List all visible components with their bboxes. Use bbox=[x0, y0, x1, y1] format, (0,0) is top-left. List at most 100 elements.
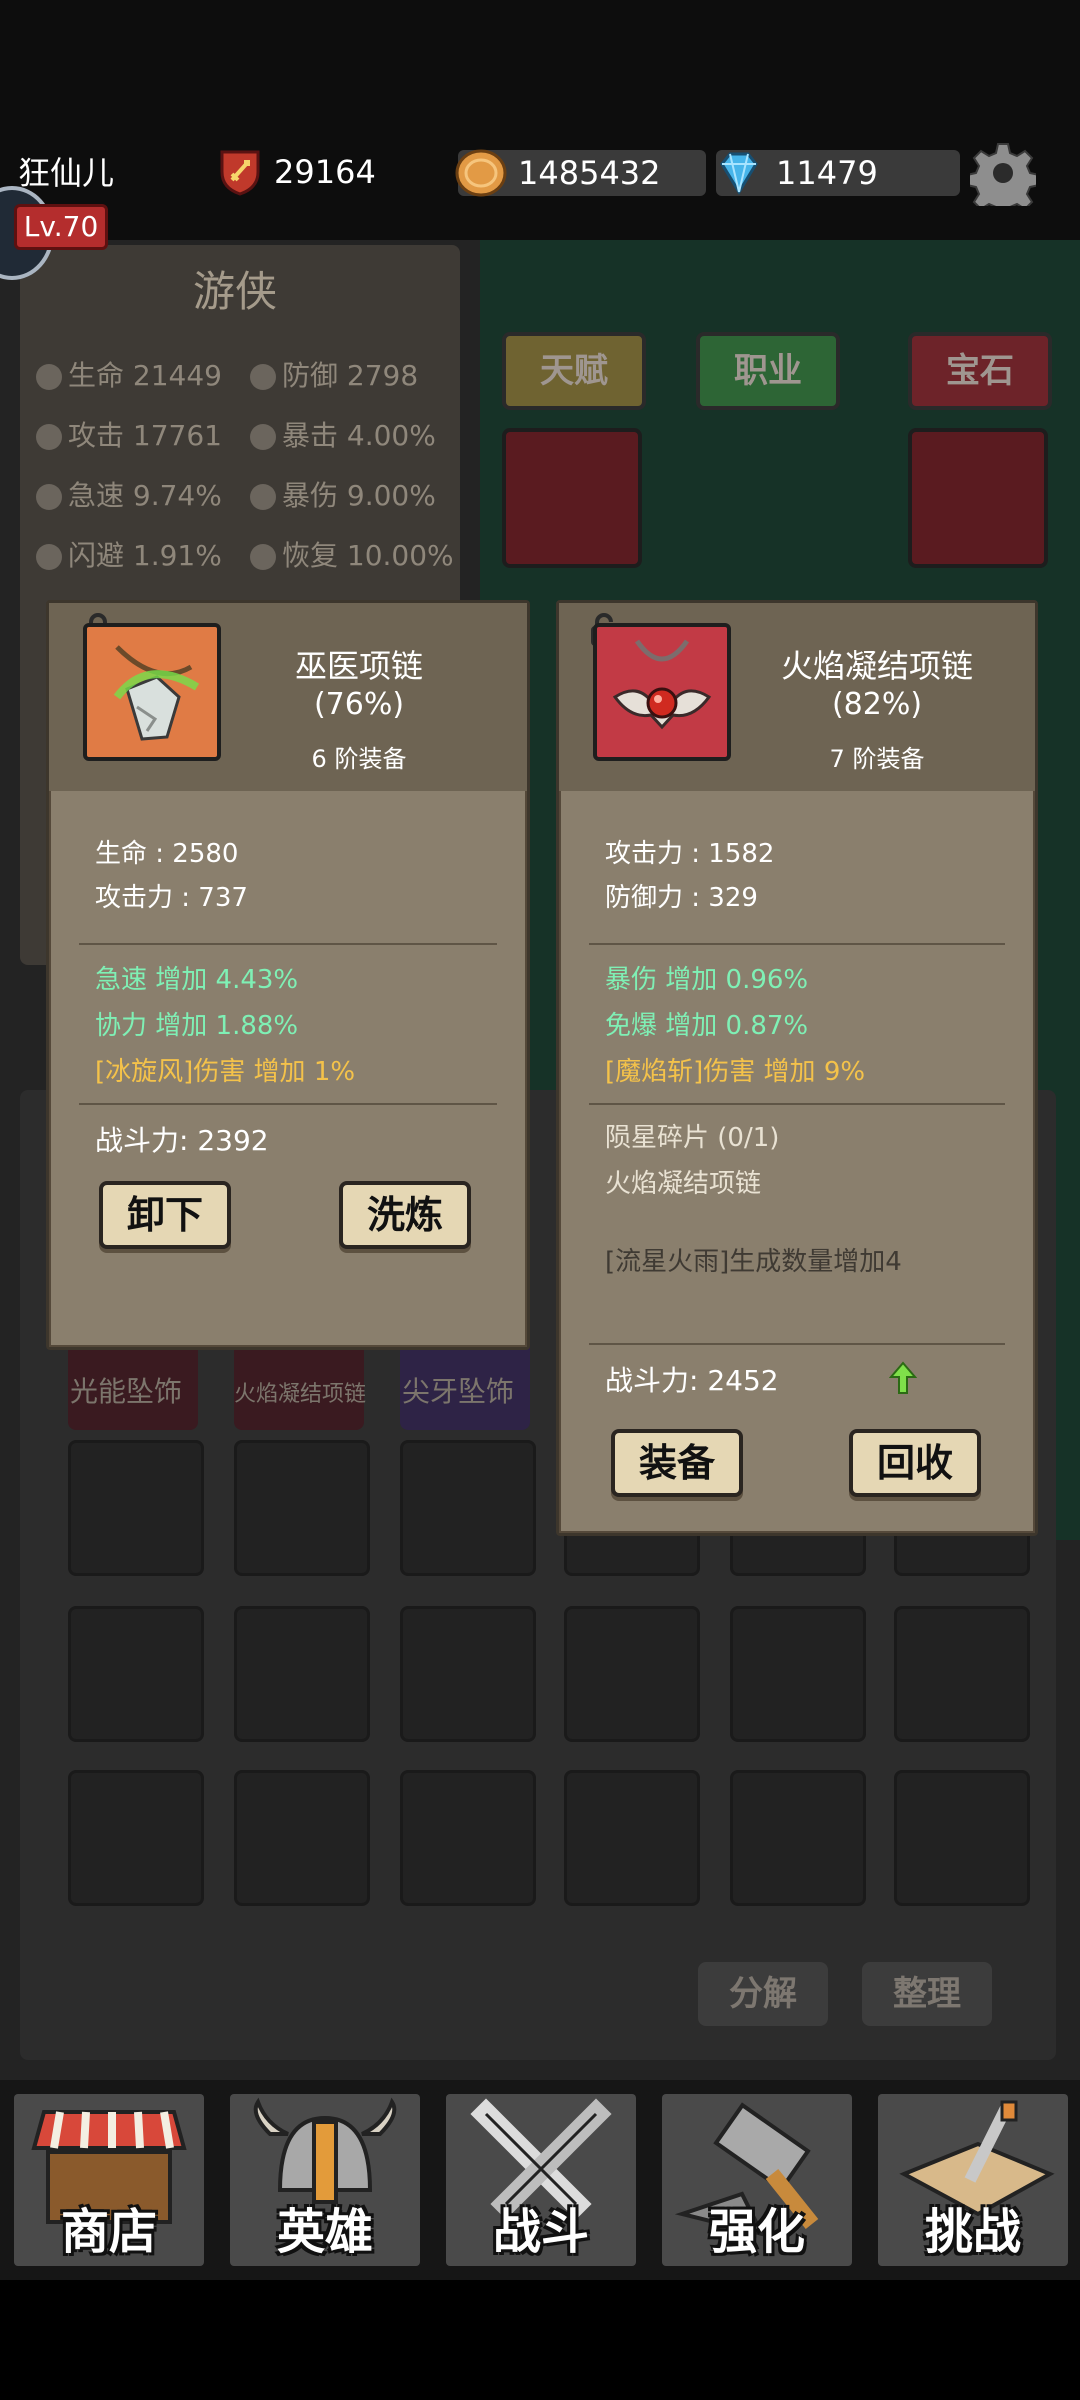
speed-icon bbox=[36, 484, 62, 510]
settings-gear-icon[interactable] bbox=[970, 140, 1036, 206]
base-stat: 防御力 : 329 bbox=[605, 883, 758, 913]
player-name: 狂仙儿 bbox=[18, 154, 115, 192]
heart-icon bbox=[36, 364, 62, 390]
refine-button[interactable]: 洗炼 bbox=[339, 1181, 471, 1249]
game-screen: 游侠 生命 21449 防御 2798 攻击 17761 暴击 4.00% 急速… bbox=[0, 0, 1080, 2400]
item-combat-power: 战斗力: 2392 bbox=[95, 1124, 269, 1157]
system-nav-area bbox=[0, 2280, 1080, 2400]
inventory-item-label: 尖牙坠饰 bbox=[402, 1375, 515, 1408]
base-stat: 攻击力 : 737 bbox=[95, 883, 248, 913]
inventory-slot[interactable] bbox=[400, 1606, 536, 1742]
divider bbox=[589, 943, 1005, 945]
item-name: 巫医项链 bbox=[294, 647, 423, 685]
nav-upgrade[interactable]: 强化 bbox=[662, 2094, 852, 2266]
gem-counter: 11479 bbox=[716, 150, 960, 196]
heal-icon bbox=[250, 544, 276, 570]
inventory-slot[interactable] bbox=[400, 1440, 536, 1576]
base-stat: 攻击力 : 1582 bbox=[605, 839, 775, 869]
nav-battle-label: 战斗 bbox=[492, 2204, 589, 2260]
stat-crit: 暴击 4.00% bbox=[250, 414, 436, 454]
unequip-button[interactable]: 卸下 bbox=[99, 1181, 231, 1249]
dodge-icon bbox=[36, 544, 62, 570]
inventory-slot[interactable] bbox=[234, 1606, 370, 1742]
flame-necklace-icon bbox=[612, 639, 712, 730]
item-name: 火焰凝结项链 bbox=[780, 647, 973, 685]
stat-regen: 恢复 10.00% bbox=[250, 534, 454, 574]
inventory-slot[interactable] bbox=[68, 1606, 204, 1742]
set-name: 陨星碎片 (0/1) bbox=[605, 1123, 780, 1153]
sword-icon bbox=[36, 424, 62, 450]
base-stat: 生命 : 2580 bbox=[95, 839, 239, 869]
diamond-icon bbox=[720, 152, 758, 195]
decompose-button[interactable]: 分解 bbox=[698, 1962, 828, 2026]
stat-defense: 防御 2798 bbox=[250, 354, 418, 394]
nav-upgrade-label: 强化 bbox=[708, 2204, 805, 2260]
inventory-slot[interactable] bbox=[68, 1770, 204, 1906]
inventory-slot[interactable] bbox=[234, 1440, 370, 1576]
item-quality: (76%) bbox=[313, 687, 405, 722]
nav-challenge-label: 挑战 bbox=[924, 2204, 1021, 2260]
upgrade-arrow-icon bbox=[889, 1361, 917, 1394]
skill-bonus: [冰旋风]伤害 增加 1% bbox=[95, 1057, 356, 1087]
equip-button[interactable]: 装备 bbox=[611, 1429, 743, 1497]
item-combat-power: 战斗力: 2452 bbox=[605, 1364, 779, 1397]
divider bbox=[589, 1343, 1005, 1345]
stat-haste: 急速 9.74% bbox=[36, 474, 222, 514]
tab-gem[interactable]: 宝石 bbox=[908, 332, 1052, 410]
sort-button[interactable]: 整理 bbox=[862, 1962, 992, 2026]
bonus-stat: 暴伤 增加 0.96% bbox=[605, 965, 809, 995]
hero-class-title: 游侠 bbox=[192, 267, 277, 316]
gold-counter: 1485432 bbox=[455, 149, 706, 197]
shield-icon bbox=[250, 364, 276, 390]
nav-battle[interactable]: 战斗 bbox=[446, 2094, 636, 2266]
recycle-button[interactable]: 回收 bbox=[849, 1429, 981, 1497]
inventory-slot[interactable] bbox=[400, 1770, 536, 1906]
skill-bonus: [魔焰斩]伤害 增加 9% bbox=[605, 1057, 866, 1087]
compare-item-card: 火焰凝结项链 (82%) 7 阶装备 攻击力 : 1582 防御力 : 329 … bbox=[556, 600, 1038, 1536]
nav-shop[interactable]: 商店 bbox=[14, 2094, 204, 2266]
inventory-slot[interactable] bbox=[68, 1440, 204, 1576]
nav-hero[interactable]: 英雄 bbox=[230, 2094, 420, 2266]
inventory-item-label: 火焰凝结项链 bbox=[234, 1382, 367, 1407]
item-tier: 6 阶装备 bbox=[311, 745, 407, 773]
item-quality: (82%) bbox=[831, 687, 923, 722]
flame-icon bbox=[250, 424, 276, 450]
combat-power: 29164 bbox=[218, 148, 376, 196]
gold-coin-icon bbox=[455, 149, 507, 197]
power-shield-icon bbox=[220, 150, 260, 196]
stat-attack: 攻击 17761 bbox=[36, 414, 222, 454]
stat-dodge: 闪避 1.91% bbox=[36, 534, 222, 574]
bonus-stat: 免爆 增加 0.87% bbox=[605, 1011, 809, 1041]
equip-slot-mount[interactable] bbox=[502, 428, 642, 568]
set-piece: 火焰凝结项链 bbox=[605, 1169, 762, 1199]
burst-icon bbox=[250, 484, 276, 510]
inventory-slot[interactable] bbox=[564, 1606, 700, 1742]
inventory-slot[interactable] bbox=[894, 1606, 1030, 1742]
item-icon-flame-necklace bbox=[593, 623, 731, 761]
nav-hero-label: 英雄 bbox=[276, 2204, 373, 2260]
inventory-item-label: 光能坠饰 bbox=[70, 1375, 183, 1408]
inventory-slot[interactable] bbox=[564, 1770, 700, 1906]
set-effect: [流星火雨]生成数量增加4 bbox=[605, 1247, 902, 1277]
divider bbox=[79, 943, 497, 945]
nav-challenge[interactable]: 挑战 bbox=[878, 2094, 1068, 2266]
inventory-slot[interactable] bbox=[234, 1770, 370, 1906]
equip-slot-ring[interactable] bbox=[908, 428, 1048, 568]
equipped-item-card: 巫医项链 (76%) 6 阶装备 生命 : 2580 攻击力 : 737 急速 … bbox=[46, 600, 530, 1350]
tab-talent[interactable]: 天赋 bbox=[502, 332, 646, 410]
inventory-slot[interactable] bbox=[894, 1770, 1030, 1906]
necklace-icon bbox=[113, 645, 200, 741]
top-bar bbox=[0, 0, 1080, 240]
bonus-stat: 急速 增加 4.43% bbox=[95, 965, 299, 995]
inventory-slot[interactable] bbox=[730, 1770, 866, 1906]
tab-class[interactable]: 职业 bbox=[696, 332, 840, 410]
divider bbox=[79, 1103, 497, 1105]
item-icon-witch-doctor-necklace bbox=[83, 623, 221, 761]
stat-crit-damage: 暴伤 9.00% bbox=[250, 474, 436, 514]
divider bbox=[589, 1103, 1005, 1105]
player-level: Lv.70 bbox=[14, 204, 108, 250]
inventory-slot[interactable] bbox=[730, 1606, 866, 1742]
item-tier: 7 阶装备 bbox=[829, 745, 925, 773]
bonus-stat: 协力 增加 1.88% bbox=[95, 1011, 299, 1041]
nav-shop-label: 商店 bbox=[60, 2204, 157, 2260]
